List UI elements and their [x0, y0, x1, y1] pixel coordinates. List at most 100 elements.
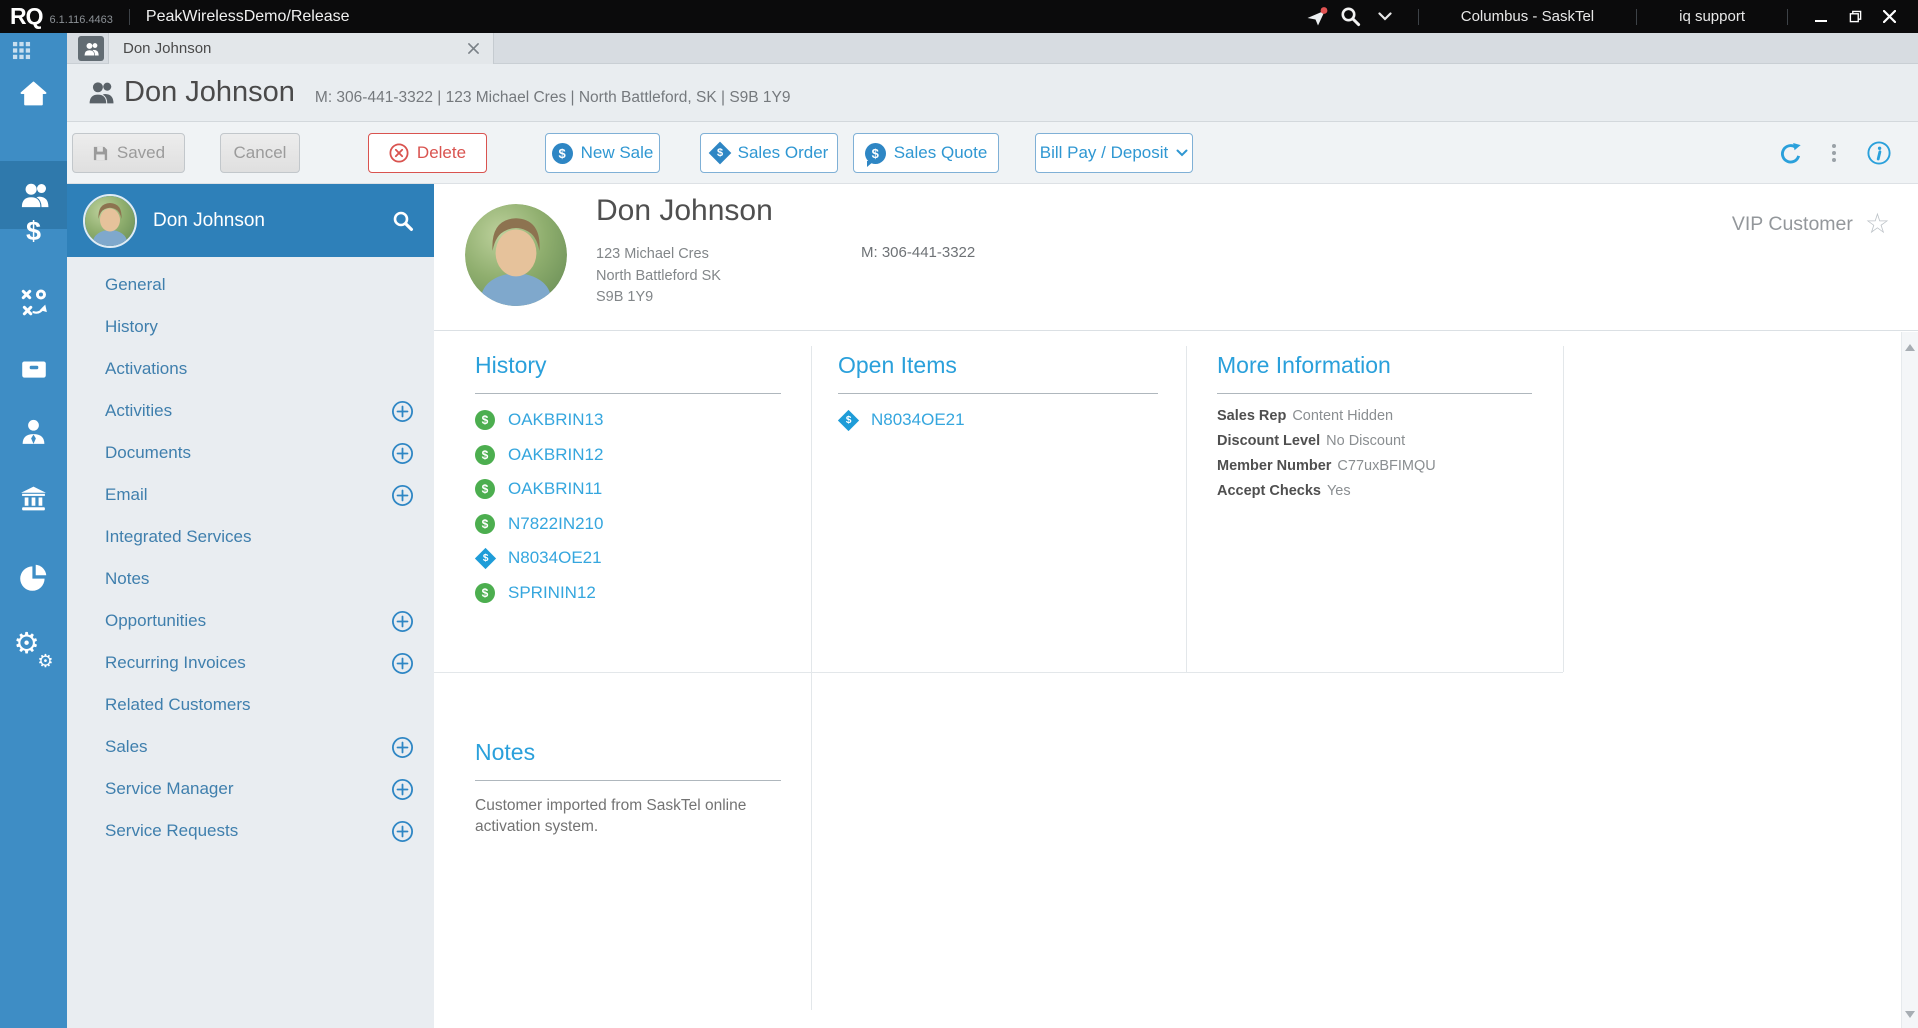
invoice-dollar-icon: $	[475, 445, 495, 465]
invoice-dollar-icon: $	[475, 514, 495, 534]
add-icon[interactable]	[391, 400, 414, 423]
strategy-icon[interactable]	[0, 274, 67, 330]
tab-don-johnson[interactable]: Don Johnson	[108, 33, 494, 64]
titlebar-left: RQ 6.1.116.4463 PeakWirelessDemo/Release	[0, 3, 350, 30]
customer-general-view: Don Johnson 123 Michael Cres North Battl…	[434, 184, 1918, 1028]
sales-quote-icon: $	[865, 143, 886, 164]
field-sales-rep: Sales RepContent Hidden	[1217, 404, 1547, 429]
add-icon[interactable]	[391, 736, 414, 759]
field-member-number: Member NumberC77uxBFIMQU	[1217, 454, 1547, 479]
sidebar-item-activities[interactable]: Activities	[67, 390, 434, 432]
kebab-menu-icon[interactable]	[1828, 140, 1840, 166]
open-items-list: $ N8034OE21	[838, 403, 1168, 438]
history-item[interactable]: $ OAKBRIN12	[475, 438, 805, 473]
chevron-down-icon	[1176, 149, 1188, 157]
scroll-down-arrow[interactable]	[1905, 1011, 1915, 1018]
tab-close-icon[interactable]	[468, 43, 479, 54]
close-button[interactable]	[1872, 0, 1906, 33]
invoice-dollar-icon: $	[475, 479, 495, 499]
new-sale-icon: $	[552, 143, 573, 164]
vertical-scrollbar[interactable]	[1901, 332, 1918, 1028]
sidebar-item-documents[interactable]: Documents	[67, 432, 434, 474]
history-item[interactable]: $ OAKBRIN11	[475, 472, 805, 507]
sidebar-item-general[interactable]: General	[67, 264, 434, 306]
customer-tab-type-icon[interactable]	[78, 36, 104, 61]
add-icon[interactable]	[391, 484, 414, 507]
bank-icon[interactable]	[0, 470, 67, 526]
user-menu[interactable]: iq support	[1653, 8, 1771, 25]
inventory-icon[interactable]	[0, 341, 67, 397]
reports-pie-icon[interactable]	[0, 549, 67, 605]
add-icon[interactable]	[391, 442, 414, 465]
column-divider	[1186, 346, 1187, 672]
sidebar-item-service-manager[interactable]: Service Manager	[67, 768, 434, 810]
sidebar-item-integrated-services[interactable]: Integrated Services	[67, 516, 434, 558]
refresh-icon[interactable]	[1779, 142, 1802, 165]
saved-button[interactable]: Saved	[72, 133, 185, 173]
new-sale-button[interactable]: $ New Sale	[545, 133, 660, 173]
invoice-dollar-icon: $	[475, 410, 495, 430]
apps-grid-icon[interactable]	[8, 37, 34, 63]
sidebar-item-related-customers[interactable]: Related Customers	[67, 684, 434, 726]
divider	[1636, 9, 1637, 25]
sidebar-item-email[interactable]: Email	[67, 474, 434, 516]
sidebar-item-notes[interactable]: Notes	[67, 558, 434, 600]
scroll-up-arrow[interactable]	[1905, 344, 1915, 351]
profile-address: 123 Michael Cres North Battleford SK S9B…	[596, 244, 721, 309]
sidebar-item-sales[interactable]: Sales	[67, 726, 434, 768]
divider	[129, 9, 130, 25]
history-item[interactable]: $ N8034OE21	[475, 541, 805, 576]
divider	[1418, 9, 1419, 25]
sales-dollar-icon[interactable]: $	[0, 203, 67, 259]
customer-summary: M: 306-441-3322 | 123 Michael Cres | Nor…	[315, 79, 791, 107]
sidebar-item-activations[interactable]: Activations	[67, 348, 434, 390]
history-item[interactable]: $ OAKBRIN13	[475, 403, 805, 438]
history-title: History	[475, 350, 805, 380]
open-item[interactable]: $ N8034OE21	[838, 403, 1168, 438]
sidebar-item-service-requests[interactable]: Service Requests	[67, 810, 434, 852]
sales-order-button[interactable]: $ Sales Order	[700, 133, 838, 173]
history-item[interactable]: $ SPRININ12	[475, 576, 805, 611]
customer-search-icon[interactable]	[392, 210, 414, 232]
page-header: Don Johnson M: 306-441-3322 | 123 Michae…	[67, 64, 1918, 122]
saved-label: Saved	[117, 143, 165, 163]
sales-order-icon: $	[708, 142, 731, 165]
favorite-star-icon[interactable]: ☆	[1865, 210, 1890, 238]
history-card: History $ OAKBRIN13 $ OAKBRIN12 $ OAKBRI…	[475, 350, 805, 610]
search-icon[interactable]	[1334, 0, 1368, 33]
sidebar-item-history[interactable]: History	[67, 306, 434, 348]
sales-order-dollar-icon: $	[474, 548, 495, 569]
column-divider	[811, 672, 812, 1010]
cancel-button[interactable]: Cancel	[220, 133, 300, 173]
home-icon[interactable]	[0, 65, 67, 121]
invoice-dollar-icon: $	[475, 583, 495, 603]
heading-rule	[475, 393, 781, 394]
profile-name: Don Johnson	[596, 194, 773, 228]
rq-application-window: RQ 6.1.116.4463 PeakWirelessDemo/Release…	[0, 0, 1918, 1028]
notes-card: Notes Customer imported from SaskTel onl…	[475, 737, 805, 837]
add-icon[interactable]	[391, 820, 414, 843]
add-icon[interactable]	[391, 778, 414, 801]
sidebar-item-opportunities[interactable]: Opportunities	[67, 600, 434, 642]
chevron-down-icon[interactable]	[1368, 0, 1402, 33]
store-selector[interactable]: Columbus - SaskTel	[1435, 8, 1620, 25]
add-icon[interactable]	[391, 610, 414, 633]
sales-quote-button[interactable]: $ Sales Quote	[853, 133, 999, 173]
settings-gears-icon[interactable]: ⚙⚙	[0, 621, 67, 677]
cancel-label: Cancel	[234, 143, 287, 163]
delete-button[interactable]: Delete	[368, 133, 487, 173]
add-icon[interactable]	[391, 652, 414, 675]
restore-button[interactable]	[1838, 0, 1872, 33]
customer-nav-list: General History Activations Activities D…	[67, 257, 434, 852]
row-divider	[434, 672, 1563, 673]
sales-order-dollar-icon: $	[837, 410, 858, 431]
sidebar-item-recurring-invoices[interactable]: Recurring Invoices	[67, 642, 434, 684]
bill-pay-deposit-button[interactable]: Bill Pay / Deposit	[1035, 133, 1193, 173]
history-item[interactable]: $ N7822IN210	[475, 507, 805, 542]
column-divider	[1563, 346, 1564, 672]
info-icon[interactable]	[1866, 140, 1892, 166]
minimize-button[interactable]	[1804, 0, 1838, 33]
employee-icon[interactable]	[0, 403, 67, 459]
more-information-title: More Information	[1217, 350, 1547, 380]
send-message-icon[interactable]	[1300, 0, 1334, 33]
